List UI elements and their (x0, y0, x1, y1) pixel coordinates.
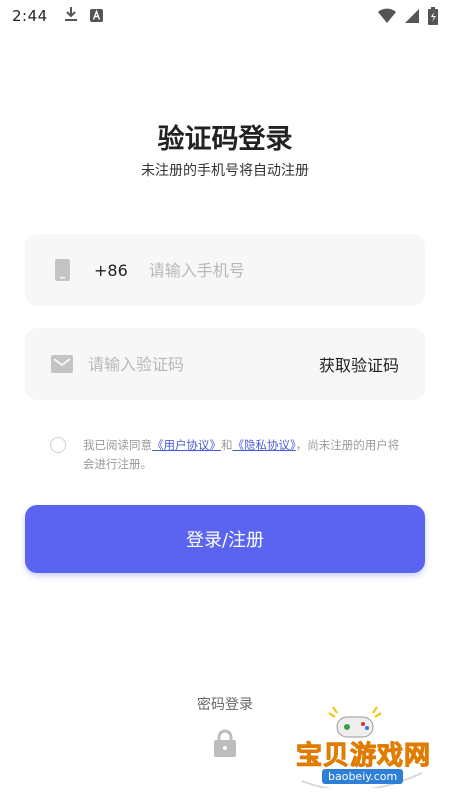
agreement-text: 我已阅读同意《用户协议》和《隐私协议》，尚未注册的用户将会进行注册。 (83, 436, 405, 474)
phone-icon (50, 258, 74, 282)
country-code[interactable]: +86 (94, 261, 128, 280)
login-register-button[interactable]: 登录/注册 (25, 505, 425, 573)
watermark: 宝贝游戏网 baobeiy.com (282, 703, 432, 788)
battery-icon (428, 7, 438, 29)
agreement-prefix: 我已阅读同意 (83, 438, 152, 452)
phone-field[interactable]: +86 (25, 234, 425, 306)
lock-icon[interactable] (213, 729, 237, 757)
code-input[interactable] (88, 354, 278, 374)
wifi-icon (378, 8, 396, 28)
a-badge-icon (89, 7, 103, 26)
user-agreement-link[interactable]: 《用户协议》 (152, 438, 221, 452)
signal-icon (404, 8, 420, 28)
status-bar: 2:44 (0, 0, 450, 32)
page-title: 验证码登录 (157, 124, 293, 155)
watermark-url: baobeiy.com (322, 769, 404, 784)
agreement-and: 和 (221, 438, 233, 452)
download-icon (64, 6, 78, 26)
message-icon (50, 352, 74, 376)
status-time: 2:44 (12, 7, 48, 25)
phone-input[interactable] (148, 260, 389, 280)
page-subtitle: 未注册的手机号将自动注册 (141, 163, 309, 179)
agree-radio[interactable] (50, 437, 66, 453)
watermark-text: 宝贝游戏网 (295, 741, 432, 772)
privacy-policy-link[interactable]: 《隐私协议》 (233, 438, 296, 452)
code-field[interactable]: 获取验证码 (25, 328, 425, 400)
agreement: 我已阅读同意《用户协议》和《隐私协议》，尚未注册的用户将会进行注册。 (50, 436, 405, 474)
get-code-button[interactable]: 获取验证码 (319, 352, 399, 376)
